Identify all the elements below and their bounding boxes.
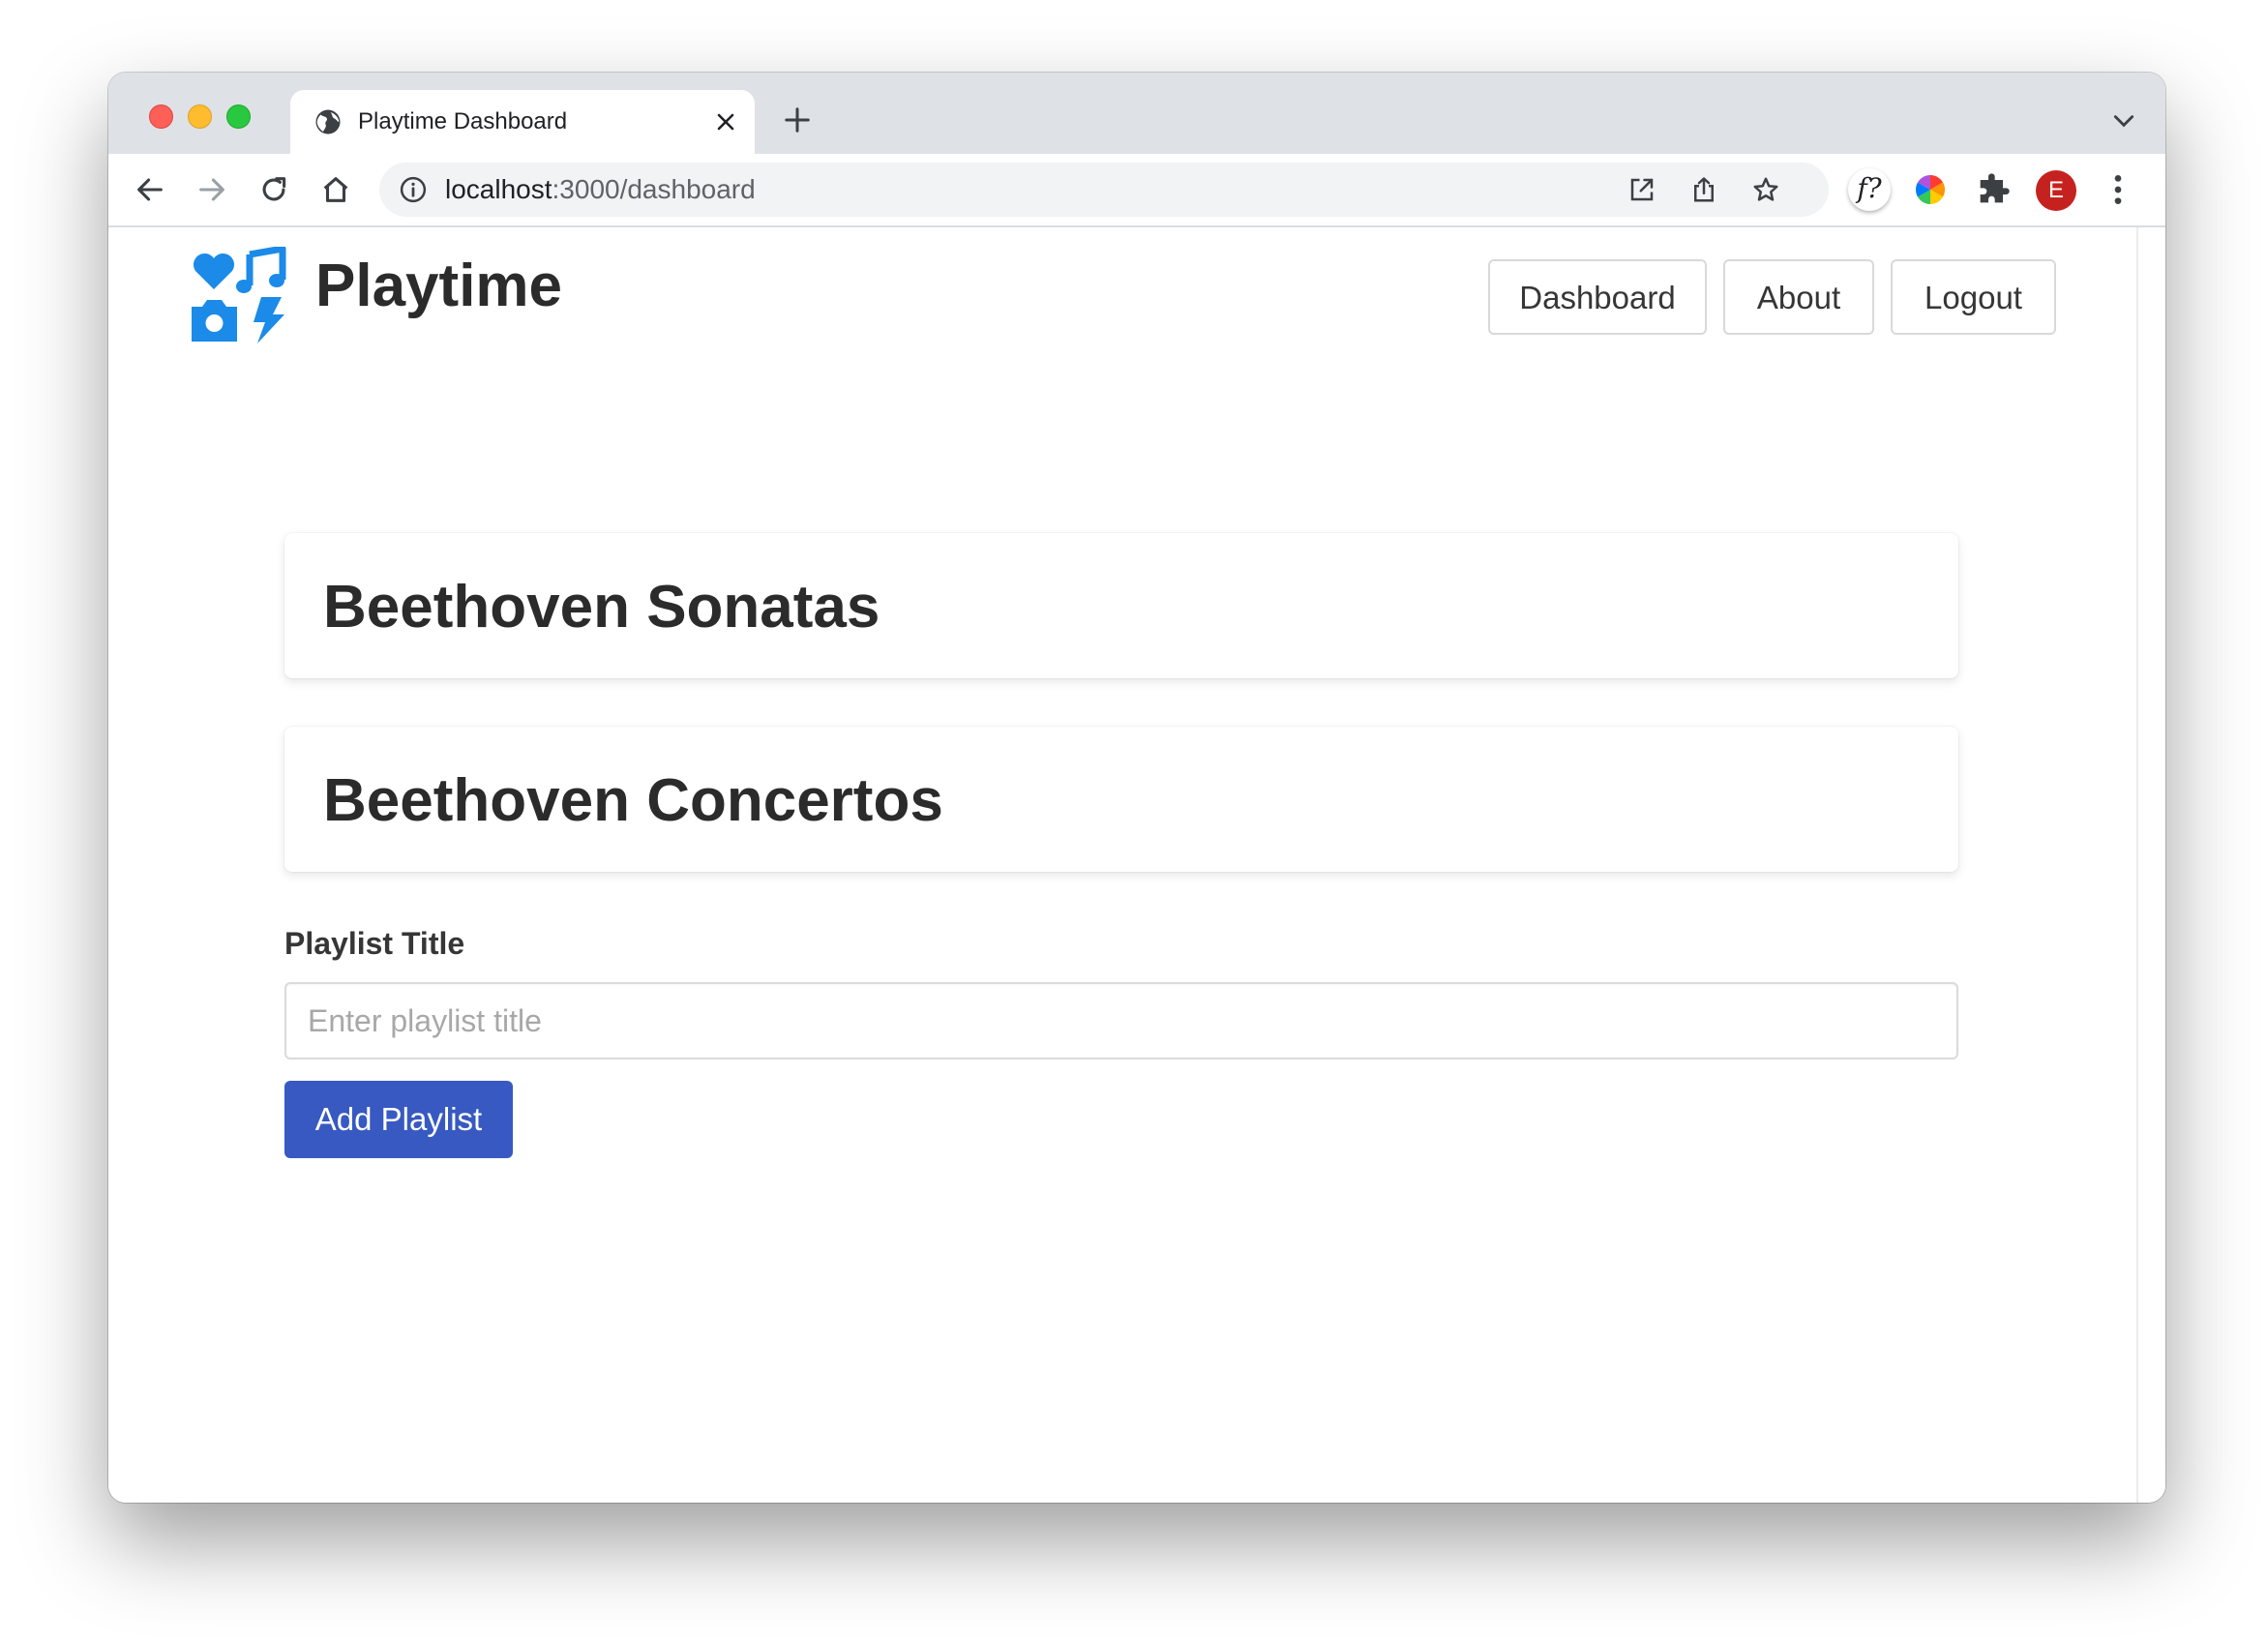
chevron-down-icon[interactable] xyxy=(2111,111,2136,131)
profile-avatar[interactable]: E xyxy=(2036,170,2076,211)
playlist-title-input[interactable] xyxy=(284,982,1958,1059)
home-icon[interactable] xyxy=(319,173,352,206)
minimize-window-button[interactable] xyxy=(188,104,212,129)
url-host: localhost xyxy=(445,174,552,204)
close-icon[interactable] xyxy=(712,108,739,135)
browser-toolbar: localhost:3000/dashboard f? E xyxy=(108,154,2165,227)
nav-dashboard-button[interactable]: Dashboard xyxy=(1488,259,1707,335)
tab-active[interactable]: Playtime Dashboard xyxy=(290,90,755,154)
page-viewport: Playtime Dashboard About Logout Beethove… xyxy=(108,227,2165,1503)
share-icon[interactable] xyxy=(1689,175,1718,204)
address-bar[interactable]: localhost:3000/dashboard xyxy=(379,163,1829,217)
new-tab-icon[interactable] xyxy=(783,105,812,134)
url-text[interactable]: localhost:3000/dashboard xyxy=(445,175,756,204)
playlist-card[interactable]: Beethoven Concertos xyxy=(284,727,1958,872)
nav-about-button[interactable]: About xyxy=(1723,259,1874,335)
url-path: :3000/dashboard xyxy=(552,174,756,204)
globe-icon xyxy=(315,109,341,134)
color-wheel-icon[interactable] xyxy=(1911,170,1950,209)
zoom-window-button[interactable] xyxy=(226,104,251,129)
arrow-left-icon[interactable] xyxy=(134,173,166,206)
playlist-card[interactable]: Beethoven Sonatas xyxy=(284,533,1958,678)
brand-name[interactable]: Playtime xyxy=(315,251,562,322)
playlist-title: Beethoven Concertos xyxy=(323,767,943,834)
playlist-title-label: Playlist Title xyxy=(284,926,465,961)
star-icon[interactable] xyxy=(1751,175,1780,204)
nav-logout-button[interactable]: Logout xyxy=(1891,259,2056,335)
arrow-right-icon[interactable] xyxy=(195,173,228,206)
reload-icon[interactable] xyxy=(257,173,290,206)
tab-title: Playtime Dashboard xyxy=(358,108,568,134)
puzzle-icon[interactable] xyxy=(1974,170,2013,209)
browser-window: Playtime Dashboard localhost:3000/dashbo… xyxy=(108,73,2165,1503)
info-icon[interactable] xyxy=(399,175,428,204)
close-window-button[interactable] xyxy=(149,104,173,129)
heart-music-camera-bolt-icon[interactable] xyxy=(190,247,286,343)
add-playlist-button[interactable]: Add Playlist xyxy=(284,1081,513,1158)
kebab-menu-icon[interactable] xyxy=(2099,170,2137,209)
tab-strip: Playtime Dashboard xyxy=(108,73,2165,154)
scrollbar[interactable] xyxy=(2136,227,2165,1503)
fx-extension-icon[interactable]: f? xyxy=(1848,168,1891,211)
playlist-title: Beethoven Sonatas xyxy=(323,574,880,641)
open-external-icon[interactable] xyxy=(1627,175,1656,204)
